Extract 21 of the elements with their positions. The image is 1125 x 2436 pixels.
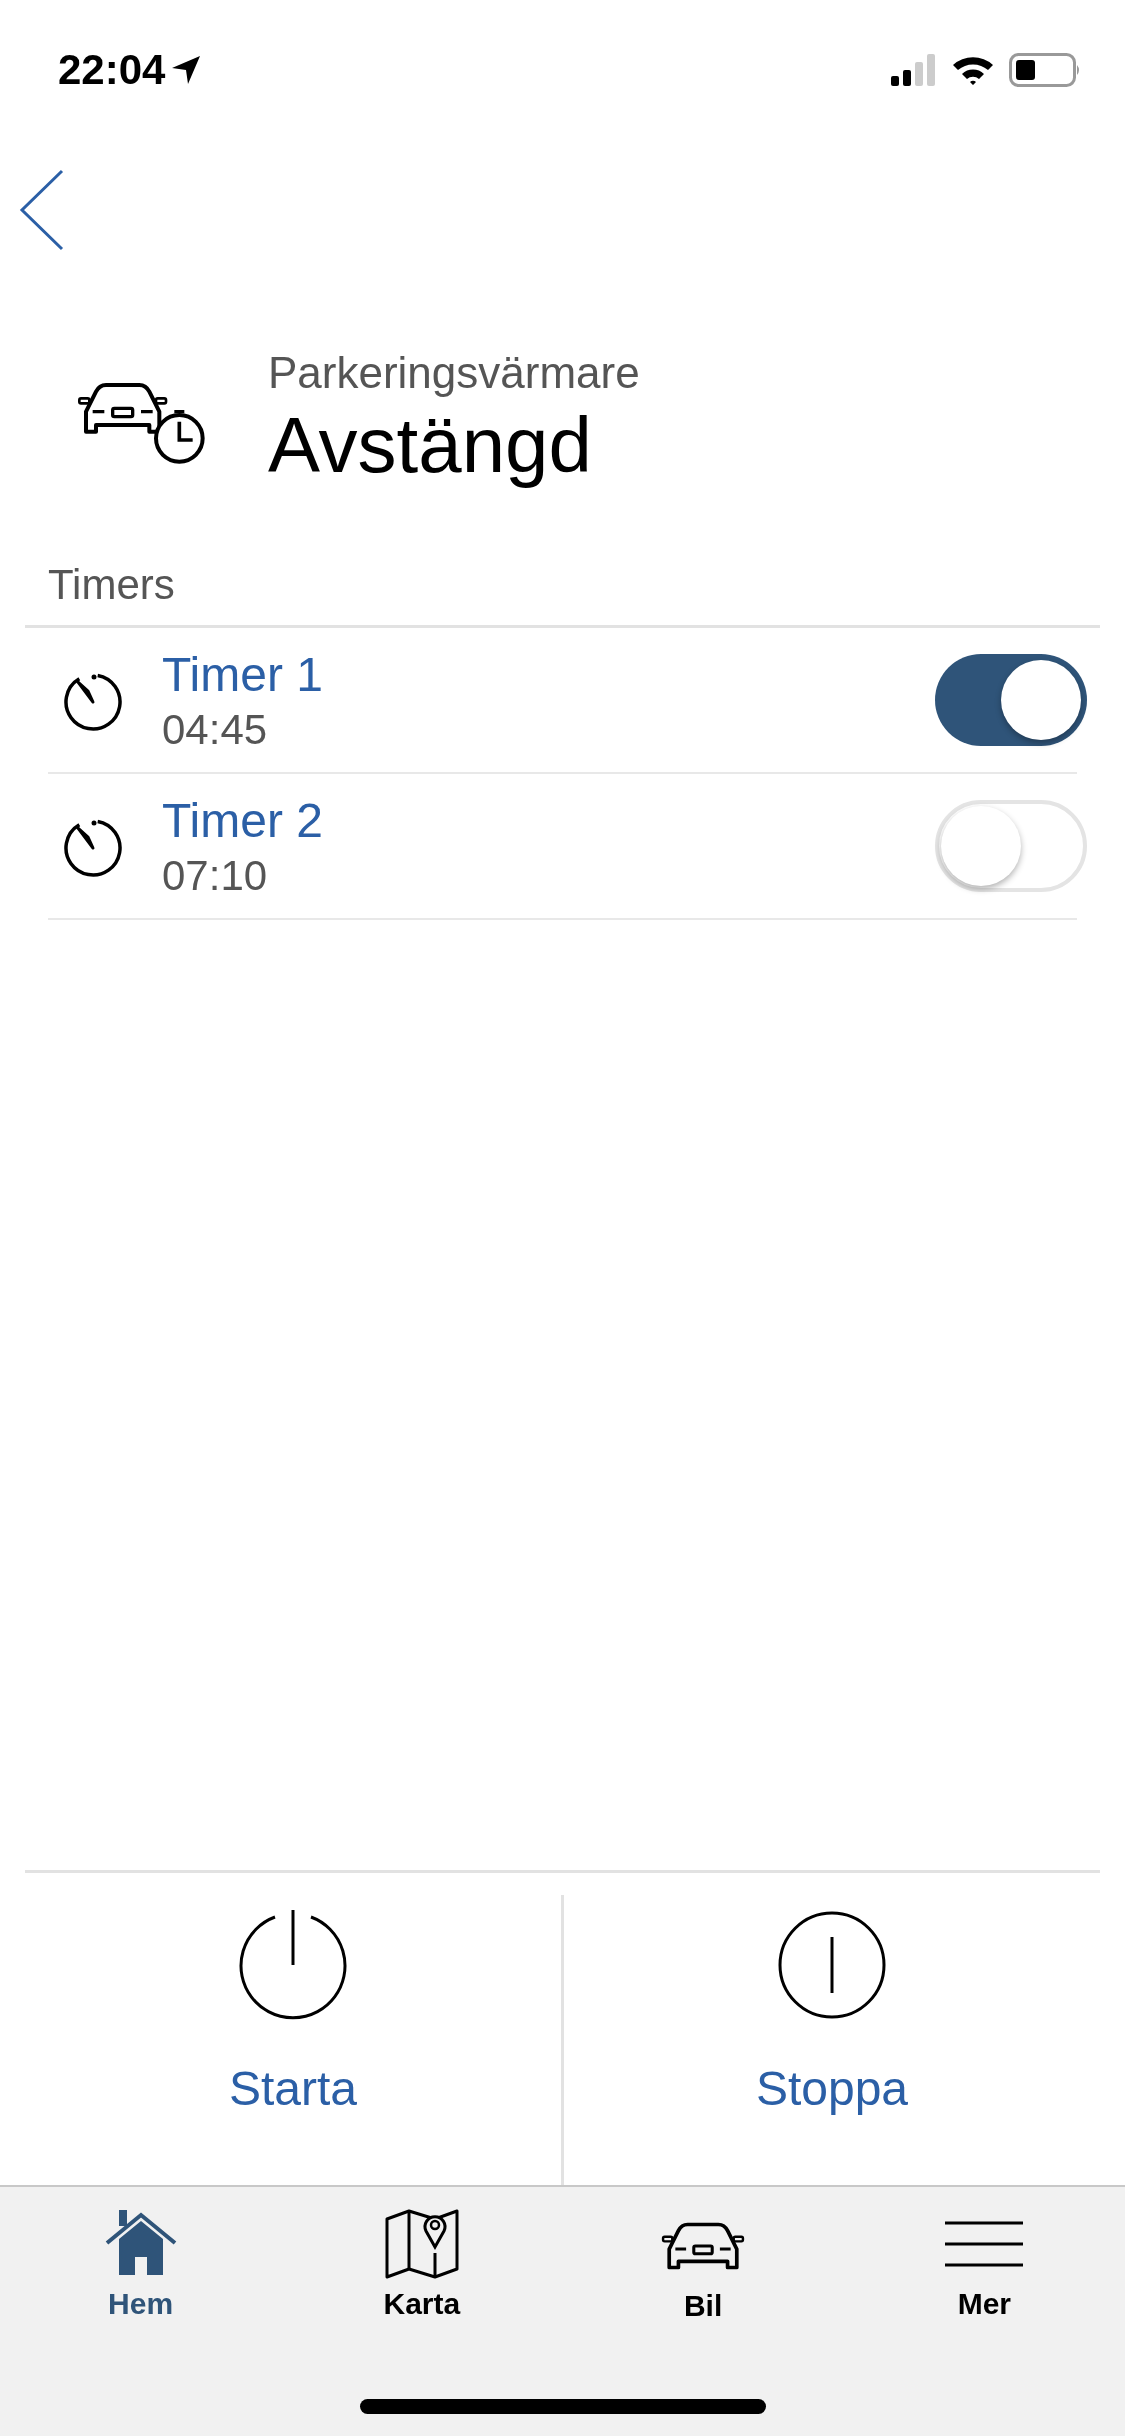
back-icon — [18, 169, 64, 251]
timer-time: 04:45 — [162, 705, 269, 754]
tab-item[interactable]: Mer — [843, 2187, 1125, 2323]
location-arrow-icon — [171, 55, 202, 85]
tab-item[interactable]: Hem — [0, 2187, 282, 2323]
power-icon — [237, 1909, 349, 2021]
section-title: Timers — [48, 561, 176, 610]
tab-item[interactable]: Karta — [281, 2187, 563, 2323]
timer-time: 07:10 — [162, 851, 269, 900]
feature-title: Parkeringsvärmare — [268, 348, 640, 398]
timer-name: Timer 2 — [162, 792, 324, 848]
battery-icon — [1009, 53, 1081, 87]
timer-name: Timer 1 — [162, 646, 324, 702]
start-button[interactable]: Starta — [25, 1873, 561, 2185]
tab-item[interactable]: Bil — [562, 2187, 844, 2323]
wifi-icon — [951, 54, 995, 86]
status-time: 22:04 — [58, 46, 166, 94]
signal-icon — [891, 54, 937, 86]
map-pin-icon — [384, 2209, 459, 2279]
stop-icon — [776, 1909, 888, 2021]
heater-status: Avstängd — [268, 400, 593, 491]
